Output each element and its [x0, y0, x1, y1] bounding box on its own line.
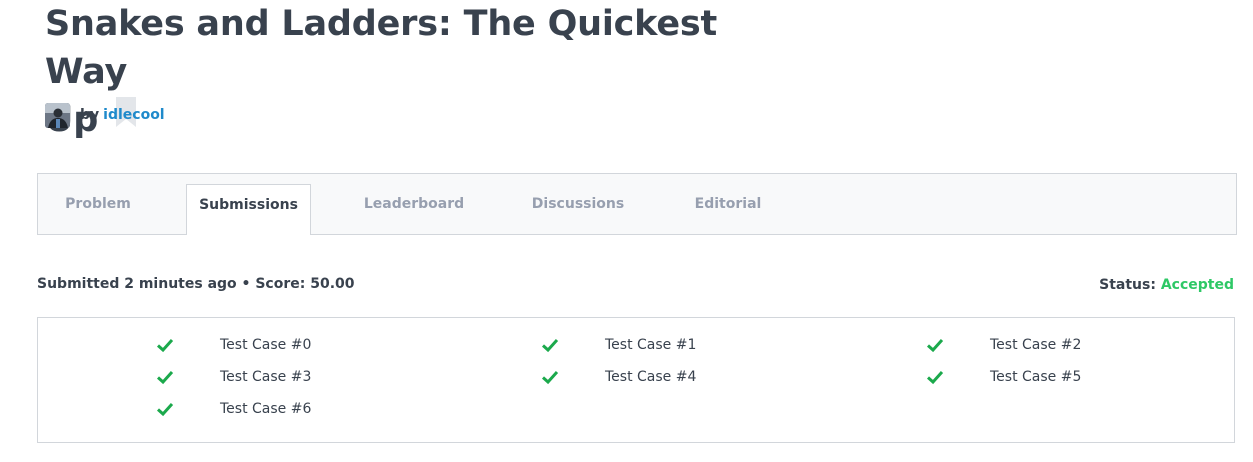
author-prefix: by	[80, 107, 100, 123]
page: Snakes and Ladders: The Quickest Way Up …	[0, 0, 1253, 462]
tab-submissions[interactable]: Submissions	[186, 184, 311, 235]
tab-editorial[interactable]: Editorial	[678, 174, 778, 234]
status-label: Status:	[1099, 277, 1156, 293]
author-link[interactable]: idlecool	[103, 107, 164, 123]
test-case-label: Test Case #2	[990, 337, 1082, 353]
check-icon	[926, 338, 944, 353]
tab-leaderboard[interactable]: Leaderboard	[354, 174, 474, 234]
check-icon	[156, 338, 174, 353]
test-case-label: Test Case #6	[220, 401, 312, 417]
check-icon	[156, 402, 174, 417]
test-case-label: Test Case #0	[220, 337, 312, 353]
test-case-label: Test Case #5	[990, 369, 1082, 385]
submission-summary: Submitted 2 minutes ago • Score: 50.00	[37, 276, 355, 292]
test-case-label: Test Case #1	[605, 337, 697, 353]
challenge-title-line1: Snakes and Ladders: The Quickest Way	[45, 4, 718, 92]
test-case-label: Test Case #4	[605, 369, 697, 385]
test-case-list: Test Case #0 Test Case #1 Test Case #2 T…	[37, 317, 1235, 443]
submission-status: Status: Accepted	[1099, 277, 1234, 293]
author-line: by idlecool	[45, 102, 165, 128]
check-icon	[156, 370, 174, 385]
test-case-label: Test Case #3	[220, 369, 312, 385]
check-icon	[541, 370, 559, 385]
check-icon	[541, 338, 559, 353]
tab-discussions[interactable]: Discussions	[518, 174, 638, 234]
tab-problem[interactable]: Problem	[38, 174, 158, 234]
challenge-tabs: Problem Submissions Leaderboard Discussi…	[37, 173, 1237, 235]
check-icon	[926, 370, 944, 385]
status-value: Accepted	[1160, 277, 1234, 293]
avatar[interactable]	[45, 102, 70, 128]
